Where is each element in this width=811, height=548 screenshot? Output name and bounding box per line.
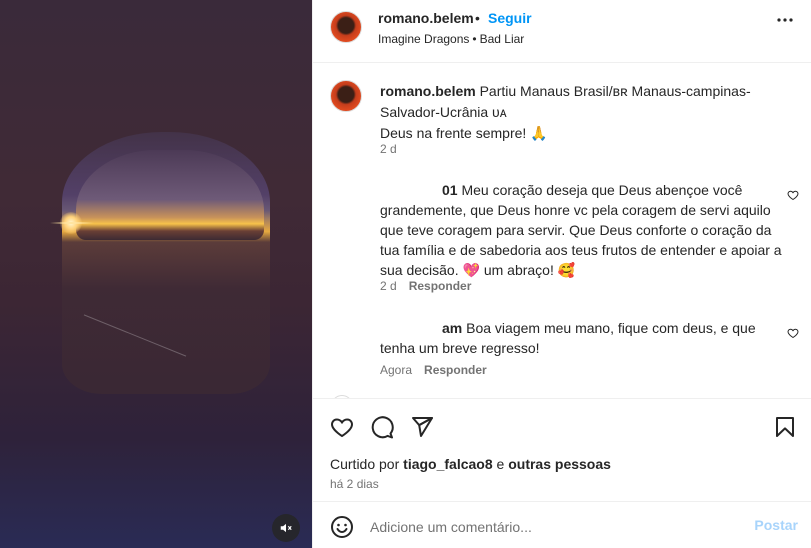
caption-text: romano.belem Partiu Manaus Brasil/ʙʀ Man… (380, 81, 800, 144)
comment-username[interactable]: 01 (380, 180, 458, 200)
comment-input[interactable] (370, 515, 740, 539)
comment-like-heart-icon[interactable] (787, 327, 799, 339)
post-time[interactable]: há 2 dias (330, 477, 379, 491)
separator-dot: • (475, 10, 480, 26)
post-video[interactable] (0, 0, 312, 548)
add-comment-bar: Postar (313, 503, 811, 548)
comments-list[interactable]: romano.belem Partiu Manaus Brasil/ʙʀ Man… (313, 64, 811, 398)
post-actions: Curtido por tiago_falcao8 e outras pesso… (313, 398, 811, 502)
window-sunset-view (76, 150, 264, 240)
caption-body-line2: Deus na frente sempre! 🙏 (380, 125, 548, 141)
follow-button[interactable]: Seguir (488, 10, 532, 26)
comment-meta: 2 d Responder (380, 279, 471, 293)
author-username[interactable]: romano.belem (378, 10, 474, 26)
liked-user-link[interactable]: tiago_falcao8 (403, 456, 492, 472)
sun-flare (50, 222, 94, 224)
post-header: romano.belem • Seguir Imagine Dragons • Ba… (313, 0, 811, 63)
reply-button[interactable]: Responder (424, 363, 487, 377)
audio-artist: Imagine Dragons (378, 32, 470, 46)
caption-time: 2 d (380, 142, 397, 156)
comment-text: am Boa viagem meu mano, fique com deus, … (380, 318, 790, 358)
comment-time: 2 d (380, 279, 397, 293)
caption-username[interactable]: romano.belem (380, 83, 476, 99)
reply-button[interactable]: Responder (409, 279, 472, 293)
emoji-icon[interactable] (330, 515, 354, 539)
share-send-icon[interactable] (410, 415, 434, 439)
save-bookmark-icon[interactable] (773, 415, 797, 439)
more-options-icon[interactable] (776, 17, 794, 23)
liked-mid: e (492, 456, 509, 472)
audio-attribution[interactable]: Imagine Dragons • Bad Liar (378, 32, 524, 46)
caption-avatar[interactable] (330, 80, 362, 112)
comment-username[interactable]: am (380, 320, 462, 336)
comment-time: Agora (380, 363, 413, 377)
audio-separator: • (472, 32, 477, 46)
post-comment-button[interactable]: Postar (754, 517, 798, 533)
comment-text: 01 Meu coração deseja que Deus abençoe v… (380, 180, 790, 280)
author-avatar[interactable] (330, 11, 362, 43)
post-details-panel: romano.belem • Seguir Imagine Dragons • Ba… (312, 0, 811, 548)
mute-button[interactable] (272, 514, 300, 542)
liked-others-link[interactable]: outras pessoas (508, 456, 611, 472)
post-modal: romano.belem • Seguir Imagine Dragons • Ba… (0, 0, 811, 548)
liked-prefix: Curtido por (330, 456, 404, 472)
speaker-muted-icon (280, 523, 292, 533)
like-heart-icon[interactable] (330, 415, 354, 439)
comment-bubble-icon[interactable] (370, 415, 394, 439)
comment-like-heart-icon[interactable] (787, 189, 799, 201)
liked-by-text: Curtido por tiago_falcao8 e outras pesso… (330, 456, 611, 472)
audio-title: Bad Liar (479, 32, 525, 46)
comment-meta: Agora Responder (380, 363, 487, 377)
